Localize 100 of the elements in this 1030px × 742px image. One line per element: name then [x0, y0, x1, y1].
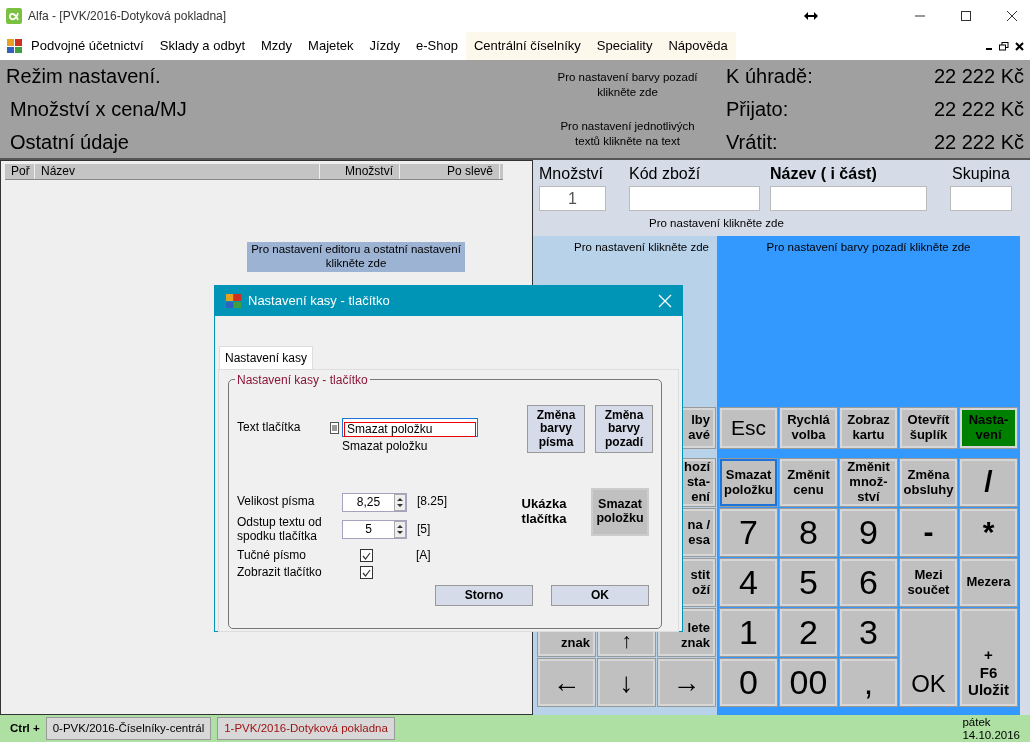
keypad-button[interactable]: + F6 Uložit — [960, 609, 1017, 706]
window-tab[interactable]: 1-PVK/2016-Dotyková pokladna — [217, 716, 395, 741]
checkbox-label: Tučné písmo — [237, 549, 307, 563]
keypad-button[interactable]: 9 — [840, 509, 897, 556]
date-label: 14.10.2016 — [962, 728, 1020, 741]
keypad-button[interactable]: Mezera — [960, 559, 1017, 606]
number-spinner[interactable]: 5 — [342, 520, 407, 540]
checkbox[interactable] — [360, 566, 373, 580]
menu-item[interactable]: Centrální číselníky — [465, 32, 589, 60]
keypad-button[interactable]: → — [658, 659, 715, 706]
window-tab[interactable]: 0-PVK/2016-Číselníky-centrál — [45, 716, 212, 741]
settings-hint[interactable]: Pro nastavení editoru a ostatní nastavení klikněte zde — [247, 242, 465, 272]
field-label: Kód zboží — [629, 164, 702, 184]
input-field[interactable] — [950, 186, 1012, 211]
header-label: Množství x cena/MJ — [9, 97, 188, 122]
keypad-button[interactable]: OK — [900, 609, 957, 706]
menu-item[interactable]: Sklady a odbyt — [151, 32, 253, 60]
restore-icon[interactable] — [999, 41, 1009, 51]
column-header[interactable]: Název — [35, 164, 320, 179]
keypad-button[interactable]: 5 — [780, 559, 837, 606]
keypad-button[interactable]: ← — [538, 659, 595, 706]
total-value: 22 222 Kč — [933, 129, 1024, 155]
column-header[interactable]: Poř — [5, 164, 35, 179]
total-label: Vrátit: — [726, 129, 778, 155]
field-label: Velikost písma — [237, 495, 316, 510]
field-label: Skupina — [951, 164, 1011, 184]
keypad-button[interactable]: / — [960, 459, 1017, 506]
color-button[interactable]: Změna barvy pozadí — [595, 405, 653, 453]
checkbox[interactable] — [360, 549, 373, 563]
color-button[interactable]: Změna barvy písma — [527, 405, 585, 453]
resize-cursor-icon — [804, 12, 818, 20]
maximize-icon[interactable] — [960, 10, 972, 22]
menu-item[interactable]: Mzdy — [253, 32, 301, 60]
column-header[interactable]: Po slevě — [400, 164, 500, 179]
keypad-button[interactable]: ↓ — [598, 659, 655, 706]
settings-hint[interactable]: Pro nastavení klikněte zde — [539, 216, 1024, 231]
keypad-button[interactable]: 4 — [720, 559, 777, 606]
value-note: [8.25] — [417, 495, 448, 510]
keypad-button[interactable]: 8 — [780, 509, 837, 556]
shortcut-label: Ctrl + — [10, 720, 40, 736]
total-value: 22 222 Kč — [933, 97, 1024, 122]
keypad-button[interactable]: 2 — [780, 609, 837, 656]
field-label: Název ( i část) — [770, 164, 878, 184]
value-note: [5] — [417, 522, 431, 537]
settings-hint[interactable]: Pro nastavení klikněte zde — [535, 240, 715, 255]
keypad-button[interactable]: 0 — [720, 659, 777, 706]
column-header[interactable]: Množství — [320, 164, 400, 179]
keypad-button[interactable]: Změnit cenu — [780, 459, 837, 506]
keypad-button[interactable]: Otevřít šuplík — [900, 408, 957, 448]
checkbox-label: Zobrazit tlačítko — [237, 566, 323, 580]
sample-button[interactable]: Smazat položku — [591, 488, 649, 536]
menu-item[interactable]: Podvojné účetnictví — [23, 32, 152, 60]
menu-item[interactable]: Speciality — [588, 32, 661, 60]
sample-label: Ukázka tlačítka — [520, 497, 568, 527]
dialog-button[interactable]: OK — [551, 585, 649, 607]
keypad-button[interactable]: 3 — [840, 609, 897, 656]
menu-item[interactable]: Jízdy — [361, 32, 408, 60]
keypad-button[interactable]: Změna obsluhy — [900, 459, 957, 506]
text-field[interactable]: Smazat položku — [342, 418, 478, 437]
settings-tab[interactable]: Nastavení kasy — [219, 346, 314, 369]
keypad-button[interactable]: Mezi součet — [900, 559, 957, 606]
header-label: Ostatní údaje — [9, 129, 130, 155]
hint-text: Pro nastavení barvy pozadí klikněte zde — [556, 70, 699, 99]
keypad-button[interactable]: 1 — [720, 609, 777, 656]
keypad-button[interactable]: * — [960, 509, 1017, 556]
day-label: pátek — [962, 716, 992, 729]
menu-item[interactable]: e-Shop — [407, 32, 466, 60]
spin-arrows-icon[interactable] — [394, 493, 406, 511]
settings-hint[interactable]: Pro nastavení barvy pozadí klikněte zde — [720, 240, 1017, 255]
hint-text: Pro nastavení jednotlivých textů klikněte na text — [559, 119, 696, 148]
value-note: [A] — [416, 549, 431, 563]
keypad-button[interactable]: Nasta- vení — [960, 408, 1017, 448]
dialog-title: Nastavení kasy - tlačítko — [248, 292, 391, 311]
keypad-button[interactable]: Rychlá volba — [780, 408, 837, 448]
list-icon[interactable] — [330, 421, 339, 434]
close-icon[interactable] — [1006, 10, 1018, 22]
keypad-button[interactable]: Změnit množ- ství — [840, 459, 897, 506]
keypad-button[interactable]: Esc — [720, 408, 777, 448]
keypad-button[interactable]: 7 — [720, 509, 777, 556]
input-field[interactable] — [770, 186, 927, 211]
app-logo — [6, 8, 22, 24]
keypad-button[interactable]: 6 — [840, 559, 897, 606]
app-menu-icon[interactable] — [6, 38, 23, 54]
keypad-button[interactable]: , — [840, 659, 897, 706]
keypad-button[interactable]: Zobraz kartu — [840, 408, 897, 448]
menu-item[interactable]: Majetek — [300, 32, 362, 60]
spin-arrows-icon[interactable] — [394, 521, 406, 539]
field-label: Text tlačítka — [237, 420, 302, 435]
keypad-button[interactable]: Smazat položku — [720, 459, 777, 506]
keypad-button[interactable]: - — [900, 509, 957, 556]
field-label: Odstup textu od spodku tlačítka — [237, 515, 323, 544]
menu-item[interactable]: Nápověda — [660, 32, 736, 60]
dialog-icon — [225, 293, 242, 309]
header-label: Režim nastavení. — [6, 64, 162, 90]
close-icon[interactable] — [1015, 41, 1024, 51]
number-spinner[interactable]: 8,25 — [342, 492, 407, 512]
input-field[interactable] — [629, 186, 760, 211]
dialog-button[interactable]: Storno — [435, 585, 533, 607]
input-field[interactable]: 1 — [539, 186, 606, 211]
keypad-button[interactable]: 00 — [780, 659, 837, 706]
